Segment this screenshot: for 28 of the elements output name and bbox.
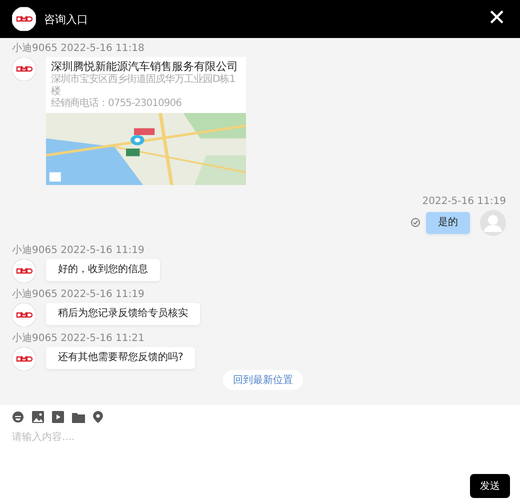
- message-meta: 2022-5-16 11:19: [422, 196, 506, 207]
- place-address: 深圳市宝安区西乡街道固戍华万工业园D栋1楼: [51, 74, 236, 98]
- close-button[interactable]: ✕: [484, 8, 510, 30]
- logo-icon: [12, 57, 36, 81]
- send-button[interactable]: 发送: [470, 474, 510, 498]
- message-meta: 小迪9065 2022-5-16 11:19: [12, 244, 144, 256]
- place-phone: 经销商电话：0755-23010906: [51, 98, 182, 110]
- video-icon[interactable]: [52, 411, 64, 423]
- message-meta: 小迪9065 2022-5-16 11:19: [12, 288, 144, 300]
- location-icon[interactable]: [93, 411, 103, 423]
- logo-icon: [12, 258, 36, 283]
- logo-icon: [12, 346, 36, 371]
- message-bubble: 好的，收到您的信息: [46, 258, 160, 281]
- image-icon[interactable]: [32, 411, 44, 423]
- emoji-icon[interactable]: [12, 411, 24, 423]
- place-name: 深圳腾悦新能源汽车销售服务有限公司: [51, 60, 239, 74]
- message-bubble: 是的: [426, 212, 470, 234]
- message-bubble: 还有其他需要帮您反馈的吗?: [46, 346, 196, 369]
- message-bubble: 稍后为您记录反馈给专员核实: [46, 302, 200, 325]
- logo-icon: [12, 7, 36, 31]
- window-title: 咨询入口: [44, 12, 89, 26]
- scroll-to-latest-button[interactable]: 回到最新位置: [223, 370, 303, 390]
- message-meta: 小迪9065 2022-5-16 11:18: [12, 43, 144, 54]
- location-card[interactable]: 深圳腾悦新能源汽车销售服务有限公司 深圳市宝安区西乡街道固戍华万工业园D栋1楼 经销商电话：0755-23010906: [46, 57, 246, 185]
- folder-icon[interactable]: [72, 412, 85, 422]
- message-meta: 小迪9065 2022-5-16 11:21: [12, 332, 144, 344]
- logo-icon: [12, 302, 36, 327]
- avatar-icon: [480, 210, 506, 236]
